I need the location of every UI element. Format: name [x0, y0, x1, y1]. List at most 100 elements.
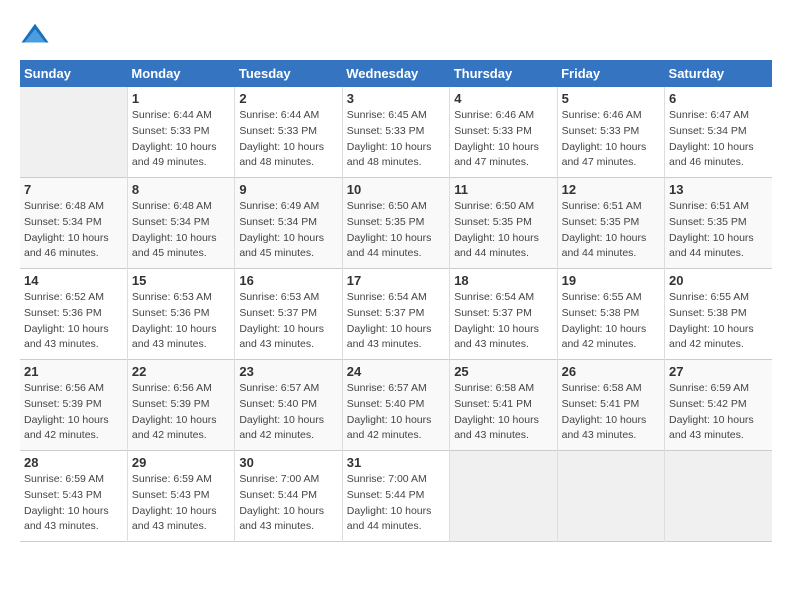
- day-number: 7: [24, 182, 123, 197]
- column-header-saturday: Saturday: [665, 60, 772, 87]
- day-info: Sunrise: 6:49 AMSunset: 5:34 PMDaylight:…: [239, 199, 337, 262]
- day-info: Sunrise: 6:47 AMSunset: 5:34 PMDaylight:…: [669, 108, 768, 171]
- day-info: Sunrise: 6:46 AMSunset: 5:33 PMDaylight:…: [562, 108, 660, 171]
- day-number: 29: [132, 455, 230, 470]
- day-number: 11: [454, 182, 552, 197]
- day-number: 18: [454, 273, 552, 288]
- day-info: Sunrise: 6:56 AMSunset: 5:39 PMDaylight:…: [24, 381, 123, 444]
- day-info: Sunrise: 6:48 AMSunset: 5:34 PMDaylight:…: [132, 199, 230, 262]
- calendar-cell: 23 Sunrise: 6:57 AMSunset: 5:40 PMDayligh…: [235, 360, 342, 451]
- logo: [20, 20, 54, 50]
- day-info: Sunrise: 6:53 AMSunset: 5:37 PMDaylight:…: [239, 290, 337, 353]
- day-number: 16: [239, 273, 337, 288]
- day-number: 17: [347, 273, 445, 288]
- calendar-cell: 22Sunrise: 6:56 AMSunset: 5:39 PMDayligh…: [127, 360, 234, 451]
- column-header-wednesday: Wednesday: [342, 60, 449, 87]
- day-number: 26: [562, 364, 660, 379]
- day-number: 24: [347, 364, 445, 379]
- day-info: Sunrise: 7:00 AMSunset: 5:44 PMDaylight:…: [239, 472, 337, 535]
- calendar-cell: 14Sunrise: 6:52 AMSunset: 5:36 PMDayligh…: [20, 269, 127, 360]
- calendar-cell: 3 Sunrise: 6:45 AMSunset: 5:33 PMDaylight…: [342, 87, 449, 178]
- day-info: Sunrise: 6:59 AMSunset: 5:43 PMDaylight:…: [132, 472, 230, 535]
- day-number: 12: [562, 182, 660, 197]
- day-number: 19: [562, 273, 660, 288]
- calendar-week-row: 14Sunrise: 6:52 AMSunset: 5:36 PMDayligh…: [20, 269, 772, 360]
- calendar-cell: 9 Sunrise: 6:49 AMSunset: 5:34 PMDaylight…: [235, 178, 342, 269]
- calendar-cell: 1Sunrise: 6:44 AMSunset: 5:33 PMDaylight…: [127, 87, 234, 178]
- day-info: Sunrise: 6:48 AMSunset: 5:34 PMDaylight:…: [24, 199, 123, 262]
- day-number: 14: [24, 273, 123, 288]
- calendar-cell: 8 Sunrise: 6:48 AMSunset: 5:34 PMDaylight…: [127, 178, 234, 269]
- column-header-sunday: Sunday: [20, 60, 127, 87]
- calendar-cell: 28 Sunrise: 6:59 AMSunset: 5:43 PMDayligh…: [20, 451, 127, 542]
- calendar-cell: 5 Sunrise: 6:46 AMSunset: 5:33 PMDaylight…: [557, 87, 664, 178]
- column-header-tuesday: Tuesday: [235, 60, 342, 87]
- calendar-cell: 21Sunrise: 6:56 AMSunset: 5:39 PMDayligh…: [20, 360, 127, 451]
- day-info: Sunrise: 6:45 AMSunset: 5:33 PMDaylight:…: [347, 108, 445, 171]
- day-info: Sunrise: 7:00 AMSunset: 5:44 PMDaylight:…: [347, 472, 445, 535]
- calendar-cell: 10Sunrise: 6:50 AMSunset: 5:35 PMDayligh…: [342, 178, 449, 269]
- day-number: 2: [239, 91, 337, 106]
- day-number: 22: [132, 364, 230, 379]
- column-header-friday: Friday: [557, 60, 664, 87]
- day-number: 5: [562, 91, 660, 106]
- calendar-cell: 2 Sunrise: 6:44 AMSunset: 5:33 PMDaylight…: [235, 87, 342, 178]
- calendar-cell: [450, 451, 557, 542]
- day-info: Sunrise: 6:57 AMSunset: 5:40 PMDaylight:…: [239, 381, 337, 444]
- day-info: Sunrise: 6:51 AMSunset: 5:35 PMDaylight:…: [669, 199, 768, 262]
- day-number: 15: [132, 273, 230, 288]
- day-number: 28: [24, 455, 123, 470]
- day-number: 1: [132, 91, 230, 106]
- day-number: 23: [239, 364, 337, 379]
- calendar-cell: 7 Sunrise: 6:48 AMSunset: 5:34 PMDaylight…: [20, 178, 127, 269]
- calendar-cell: 24 Sunrise: 6:57 AMSunset: 5:40 PMDayligh…: [342, 360, 449, 451]
- day-info: Sunrise: 6:57 AMSunset: 5:40 PMDaylight:…: [347, 381, 445, 444]
- calendar-cell: 15 Sunrise: 6:53 AMSunset: 5:36 PMDayligh…: [127, 269, 234, 360]
- day-info: Sunrise: 6:51 AMSunset: 5:35 PMDaylight:…: [562, 199, 660, 262]
- day-info: Sunrise: 6:58 AMSunset: 5:41 PMDaylight:…: [454, 381, 552, 444]
- calendar-week-row: 7 Sunrise: 6:48 AMSunset: 5:34 PMDaylight…: [20, 178, 772, 269]
- calendar-table: SundayMondayTuesdayWednesdayThursdayFrid…: [20, 60, 772, 542]
- day-info: Sunrise: 6:46 AMSunset: 5:33 PMDaylight:…: [454, 108, 552, 171]
- calendar-cell: 26 Sunrise: 6:58 AMSunset: 5:41 PMDayligh…: [557, 360, 664, 451]
- day-number: 4: [454, 91, 552, 106]
- day-info: Sunrise: 6:54 AMSunset: 5:37 PMDaylight:…: [347, 290, 445, 353]
- calendar-cell: 27 Sunrise: 6:59 AMSunset: 5:42 PMDayligh…: [665, 360, 772, 451]
- day-info: Sunrise: 6:58 AMSunset: 5:41 PMDaylight:…: [562, 381, 660, 444]
- day-number: 8: [132, 182, 230, 197]
- day-info: Sunrise: 6:59 AMSunset: 5:43 PMDaylight:…: [24, 472, 123, 535]
- calendar-cell: 20 Sunrise: 6:55 AMSunset: 5:38 PMDayligh…: [665, 269, 772, 360]
- calendar-cell: 31 Sunrise: 7:00 AMSunset: 5:44 PMDayligh…: [342, 451, 449, 542]
- calendar-cell: 6Sunrise: 6:47 AMSunset: 5:34 PMDaylight…: [665, 87, 772, 178]
- day-number: 20: [669, 273, 768, 288]
- day-number: 30: [239, 455, 337, 470]
- logo-icon: [20, 20, 50, 50]
- header-row: SundayMondayTuesdayWednesdayThursdayFrid…: [20, 60, 772, 87]
- day-info: Sunrise: 6:53 AMSunset: 5:36 PMDaylight:…: [132, 290, 230, 353]
- day-info: Sunrise: 6:44 AMSunset: 5:33 PMDaylight:…: [239, 108, 337, 171]
- calendar-cell: 11Sunrise: 6:50 AMSunset: 5:35 PMDayligh…: [450, 178, 557, 269]
- day-number: 27: [669, 364, 768, 379]
- day-info: Sunrise: 6:55 AMSunset: 5:38 PMDaylight:…: [562, 290, 660, 353]
- day-info: Sunrise: 6:59 AMSunset: 5:42 PMDaylight:…: [669, 381, 768, 444]
- calendar-cell: 17 Sunrise: 6:54 AMSunset: 5:37 PMDayligh…: [342, 269, 449, 360]
- calendar-cell: [20, 87, 127, 178]
- day-number: 25: [454, 364, 552, 379]
- day-number: 9: [239, 182, 337, 197]
- calendar-cell: 16 Sunrise: 6:53 AMSunset: 5:37 PMDayligh…: [235, 269, 342, 360]
- calendar-cell: 18 Sunrise: 6:54 AMSunset: 5:37 PMDayligh…: [450, 269, 557, 360]
- page-header: [20, 20, 772, 50]
- column-header-thursday: Thursday: [450, 60, 557, 87]
- column-header-monday: Monday: [127, 60, 234, 87]
- calendar-cell: [665, 451, 772, 542]
- calendar-cell: 30 Sunrise: 7:00 AMSunset: 5:44 PMDayligh…: [235, 451, 342, 542]
- day-number: 3: [347, 91, 445, 106]
- calendar-week-row: 28 Sunrise: 6:59 AMSunset: 5:43 PMDayligh…: [20, 451, 772, 542]
- day-number: 13: [669, 182, 768, 197]
- calendar-week-row: 1 Sunrise: 6:44 AMSunset: 5:33 PMDaylight…: [20, 87, 772, 178]
- day-info: Sunrise: 6:55 AMSunset: 5:38 PMDaylight:…: [669, 290, 768, 353]
- calendar-cell: 13 Sunrise: 6:51 AMSunset: 5:35 PMDayligh…: [665, 178, 772, 269]
- day-info: Sunrise: 6:54 AMSunset: 5:37 PMDaylight:…: [454, 290, 552, 353]
- calendar-cell: 29 Sunrise: 6:59 AMSunset: 5:43 PMDayligh…: [127, 451, 234, 542]
- day-number: 31: [347, 455, 445, 470]
